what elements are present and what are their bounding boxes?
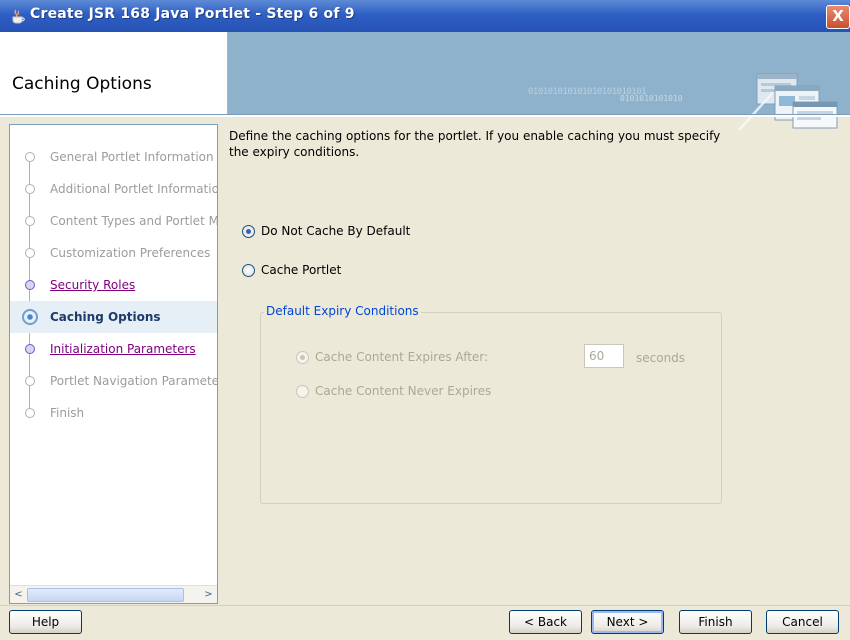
group-title: Default Expiry Conditions [264, 304, 421, 318]
window-title: Create JSR 168 Java Portlet - Step 6 of … [30, 6, 355, 22]
scroll-right-icon[interactable]: > [201, 587, 216, 602]
cache-portlet-option[interactable]: Cache Portlet [242, 263, 341, 277]
banner-binary-decor-2: 0101010101010 [620, 94, 683, 103]
help-button[interactable]: Help [9, 610, 82, 634]
cache-portlet-radio[interactable] [242, 263, 255, 277]
step-node-icon [22, 309, 38, 325]
banner-divider [0, 114, 850, 117]
wizard-step-label: Finish [50, 406, 85, 420]
seconds-unit-label: seconds [636, 351, 686, 365]
wizard-step-label: General Portlet Information [50, 150, 214, 164]
step-node-icon [25, 376, 35, 386]
wizard-step-item: Customization Preferences [10, 237, 217, 269]
wizard-step-item[interactable]: Security Roles [10, 269, 217, 301]
wizard-step-label: Customization Preferences [50, 246, 211, 260]
description-text: Define the caching options for the portl… [229, 128, 789, 160]
title-bar[interactable]: Create JSR 168 Java Portlet - Step 6 of … [0, 0, 850, 32]
wizard-step-label: Additional Portlet Information [50, 182, 217, 196]
step-node-icon [25, 344, 35, 354]
page-title: Caching Options [12, 74, 152, 94]
scroll-left-icon[interactable]: < [11, 587, 26, 602]
default-expiry-conditions-group: Default Expiry Conditions [260, 304, 722, 504]
step-node-icon [25, 408, 35, 418]
wizard-windows-graphic [737, 73, 838, 130]
back-button[interactable]: < Back [509, 610, 582, 634]
cache-portlet-label: Cache Portlet [261, 263, 342, 277]
wizard-step-label[interactable]: Caching Options [50, 310, 161, 324]
wizard-step-item: Finish [10, 397, 217, 429]
scroll-thumb[interactable] [27, 588, 184, 602]
step-node-icon [25, 184, 35, 194]
step-node-icon [25, 216, 35, 226]
no-cache-option[interactable]: Do Not Cache By Default [242, 224, 410, 238]
expires-after-seconds-field[interactable]: 60 [584, 344, 624, 368]
header-banner: Caching Options 010101010101010101010101… [0, 32, 850, 130]
never-expires-label: Cache Content Never Expires [315, 384, 492, 398]
wizard-step-item: Additional Portlet Information [10, 173, 217, 205]
expires-after-radio[interactable] [296, 350, 309, 364]
expires-after-label: Cache Content Expires After: [315, 350, 489, 364]
wizard-step-item[interactable]: Caching Options [10, 301, 217, 333]
wizard-step-item: Portlet Navigation Parameters [10, 365, 217, 397]
next-button[interactable]: Next > [591, 610, 664, 634]
banner-title-area: Caching Options [0, 32, 228, 114]
description-line-1: Define the caching options for the portl… [229, 129, 721, 143]
no-cache-radio[interactable] [242, 224, 255, 238]
steps-horizontal-scrollbar[interactable]: < > [10, 585, 217, 603]
cancel-button[interactable]: Cancel [766, 610, 839, 634]
never-expires-option[interactable]: Cache Content Never Expires [296, 384, 491, 398]
button-bar-divider [0, 605, 850, 606]
expires-after-option[interactable]: Cache Content Expires After: [296, 350, 488, 364]
step-start-icon [25, 152, 35, 162]
step-node-icon [25, 280, 35, 290]
finish-button[interactable]: Finish [679, 610, 752, 634]
wizard-step-label[interactable]: Initialization Parameters [50, 342, 196, 356]
description-line-2: the expiry conditions. [229, 145, 360, 159]
wizard-dialog: Create JSR 168 Java Portlet - Step 6 of … [0, 0, 850, 640]
no-cache-label: Do Not Cache By Default [261, 224, 411, 238]
wizard-step-label: Content Types and Portlet Modes [50, 214, 217, 228]
wizard-steps-panel: General Portlet Information Additional Po… [9, 124, 218, 604]
step-node-icon [25, 248, 35, 258]
wizard-step-item[interactable]: Initialization Parameters [10, 333, 217, 365]
java-cup-icon [12, 9, 25, 24]
close-button[interactable]: X [826, 5, 850, 29]
never-expires-radio[interactable] [296, 384, 309, 398]
wizard-step-item: Content Types and Portlet Modes [10, 205, 217, 237]
wizard-step-item: General Portlet Information [10, 141, 217, 173]
wizard-step-label[interactable]: Security Roles [50, 278, 135, 292]
wizard-step-label: Portlet Navigation Parameters [50, 374, 217, 388]
